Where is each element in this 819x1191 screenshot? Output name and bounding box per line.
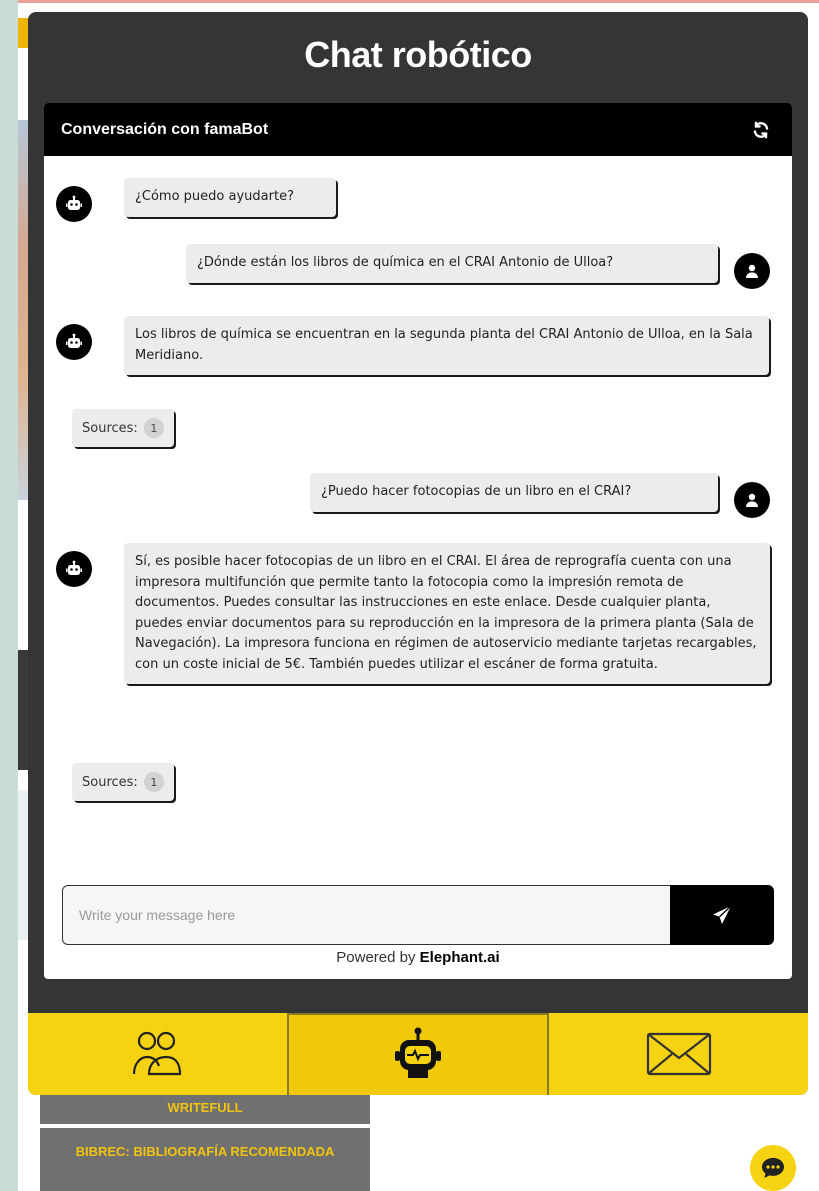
user-icon <box>746 264 758 278</box>
message-composer <box>62 885 774 945</box>
powered-brand: Elephant.ai <box>419 949 500 966</box>
tab-contact[interactable] <box>549 1013 808 1095</box>
sources-label: Sources: <box>82 774 138 790</box>
bot-message: Sí, es posible hacer fotocopias de un li… <box>124 543 770 684</box>
sources-button[interactable]: Sources: 1 <box>72 409 174 447</box>
powered-by: Powered by Elephant.ai <box>44 949 792 966</box>
sources-label: Sources: <box>82 420 138 436</box>
nav-item-bibrec[interactable]: BIBREC: BIBLIOGRAFÍA RECOMENDADA <box>40 1128 370 1191</box>
bot-avatar <box>56 186 92 222</box>
powered-prefix: Powered by <box>336 949 416 966</box>
bot-message: ¿Cómo puedo ayudarte? <box>124 178 336 217</box>
nav-item-writefull[interactable]: WRITEFULL <box>40 1092 370 1124</box>
robot-icon <box>66 333 82 348</box>
user-icon <box>746 493 758 507</box>
bot-avatar <box>56 324 92 360</box>
robot-icon <box>66 195 82 210</box>
user-message: ¿Dónde están los libros de química en el… <box>186 244 718 283</box>
floating-chat-button[interactable] <box>750 1145 796 1191</box>
chat-header: Conversación con famaBot <box>44 103 792 156</box>
message-input[interactable] <box>62 885 670 945</box>
refresh-button[interactable] <box>750 119 772 141</box>
sources-count-badge: 1 <box>143 418 164 438</box>
robot-icon <box>66 560 82 575</box>
refresh-icon <box>753 121 769 138</box>
robot-icon <box>395 1027 441 1078</box>
background-top-line <box>18 0 819 3</box>
chat-panel: Conversación con famaBot ¿Cómo puedo ayu… <box>44 103 792 979</box>
envelope-icon <box>646 1032 711 1076</box>
sources-button[interactable]: Sources: 1 <box>72 763 174 801</box>
bot-avatar <box>56 551 92 587</box>
bot-message: Los libros de química se encuentran en l… <box>124 316 769 375</box>
sources-count-badge: 1 <box>143 772 164 792</box>
tab-people[interactable] <box>28 1013 287 1095</box>
chat-bubble-icon <box>762 1157 784 1178</box>
send-button[interactable] <box>670 885 774 945</box>
chat-header-title: Conversación con famaBot <box>61 120 269 138</box>
user-avatar <box>734 482 770 518</box>
send-icon <box>713 905 732 924</box>
user-avatar <box>734 253 770 289</box>
tab-bar <box>28 1013 808 1095</box>
user-message: ¿Puedo hacer fotocopias de un libro en e… <box>310 473 718 512</box>
chat-widget: Chat robótico Conversación con famaBot ¿… <box>28 12 808 1095</box>
widget-title: Chat robótico <box>304 34 532 75</box>
tab-chatbot[interactable] <box>286 1013 550 1095</box>
people-icon <box>133 1031 182 1076</box>
